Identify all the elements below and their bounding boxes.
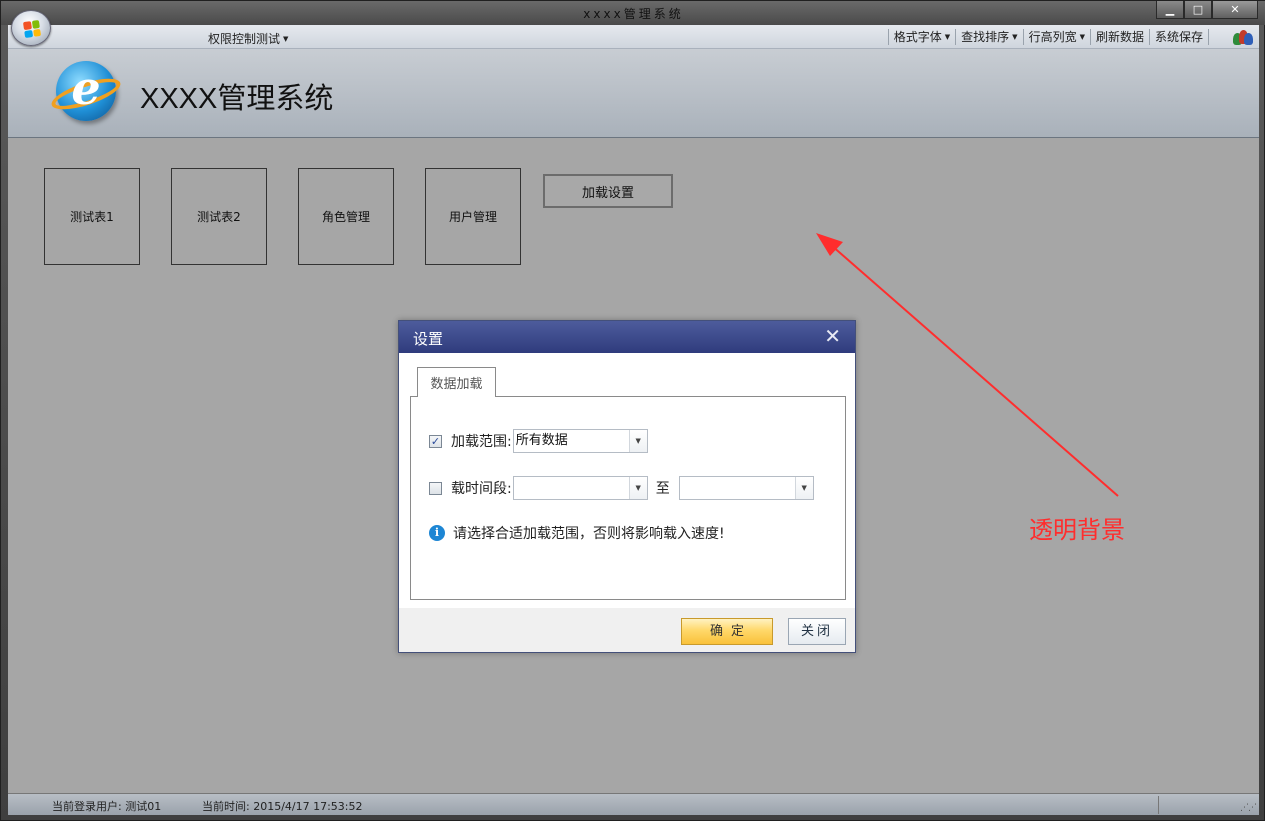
maximize-button[interactable]: □ (1184, 1, 1212, 19)
chevron-down-icon: ▼ (283, 35, 289, 43)
window-title: xxxx管理系统 (583, 7, 684, 21)
app-logo: e (48, 61, 124, 121)
menu-refresh-data[interactable]: 刷新数据 (1089, 29, 1149, 45)
header-banner: e XXXX管理系统 (8, 49, 1259, 138)
status-bar: 当前登录用户: 测试01 当前时间: 2015/4/17 17:53:52 ⋰⋰ (8, 793, 1259, 815)
settings-dialog: 设置 ✕ 数据加载 ✓ 加载范围: 所有数据 ▼ 载时间段: ▼ 至 ▼ i 请… (398, 320, 856, 653)
time-range-row: 载时间段: ▼ 至 ▼ (429, 476, 814, 500)
dialog-title-bar[interactable]: 设置 ✕ (399, 321, 855, 353)
menu-system-save[interactable]: 系统保存 (1148, 29, 1209, 45)
time-range-to-label: 至 (655, 481, 670, 497)
time-range-from-select[interactable]: ▼ (512, 476, 648, 500)
time-range-checkbox[interactable] (429, 481, 442, 495)
title-bar[interactable]: xxxx管理系统 ▁ □ ✕ (1, 1, 1265, 25)
windows-logo-icon (22, 19, 42, 39)
menu-bar: 权限控制测试 ▼ 格式字体 ▼ 查找排序 ▼ 行高列宽 ▼ 刷新数据 系统保存 (8, 25, 1259, 49)
menu-right-group: 格式字体 ▼ 查找排序 ▼ 行高列宽 ▼ 刷新数据 系统保存 (887, 29, 1209, 45)
confirm-button[interactable]: 确定 (681, 618, 773, 645)
status-divider (1158, 796, 1159, 814)
status-current-time: 当前时间: 2015/4/17 17:53:52 (202, 800, 363, 813)
info-icon: i (429, 525, 445, 541)
tab-data-loading[interactable]: 数据加载 (417, 367, 496, 397)
chevron-down-icon[interactable]: ▼ (628, 477, 647, 499)
dialog-close-icon[interactable]: ✕ (824, 326, 841, 346)
menu-row-col-size[interactable]: 行高列宽 ▼ (1022, 29, 1090, 45)
dialog-footer: 确定 关闭 (399, 608, 855, 652)
chevron-down-icon: ▼ (1079, 33, 1085, 41)
tab-panel-data-loading: ✓ 加载范围: 所有数据 ▼ 载时间段: ▼ 至 ▼ i 请选择合适加载范围，否… (410, 396, 846, 600)
chevron-down-icon: ▼ (944, 33, 951, 41)
load-range-checkbox[interactable]: ✓ (429, 434, 442, 448)
annotation-label: 透明背景 (1029, 516, 1125, 544)
dialog-close-button[interactable]: 关闭 (788, 618, 846, 645)
menu-find-sort[interactable]: 查找排序 ▼ (955, 29, 1022, 45)
menu-format-font-label: 格式字体 (893, 30, 942, 44)
menu-permission-test-label: 权限控制测试 (208, 32, 281, 46)
resize-grip-icon[interactable]: ⋰⋰ (1240, 803, 1257, 813)
time-range-to-select[interactable]: ▼ (678, 476, 814, 500)
logo-letter: e (71, 61, 101, 115)
chevron-down-icon: ▼ (1012, 33, 1018, 41)
time-range-label: 载时间段: (451, 481, 512, 497)
chevron-down-icon[interactable]: ▼ (628, 430, 647, 452)
load-range-select[interactable]: 所有数据 ▼ (512, 429, 648, 453)
info-row: i 请选择合适加载范围，否则将影响载入速度! (429, 523, 725, 543)
info-message: 请选择合适加载范围，否则将影响载入速度! (453, 526, 725, 542)
menu-format-font[interactable]: 格式字体 ▼ (887, 29, 955, 45)
chevron-down-icon[interactable]: ▼ (794, 477, 813, 499)
app-window: xxxx管理系统 ▁ □ ✕ 权限控制测试 ▼ 格式字体 ▼ 查找排序 ▼ 行高列宽 ▼ (0, 0, 1265, 821)
menu-row-col-size-label: 行高列宽 (1028, 30, 1077, 44)
load-range-label: 加载范围: (451, 434, 512, 450)
load-range-row: ✓ 加载范围: 所有数据 ▼ (429, 429, 648, 453)
close-window-button[interactable]: ✕ (1212, 1, 1258, 19)
window-controls: ▁ □ ✕ (1156, 1, 1258, 19)
dialog-title: 设置 (413, 330, 444, 348)
menu-find-sort-label: 查找排序 (961, 30, 1010, 44)
status-current-user: 当前登录用户: 测试01 (52, 800, 162, 813)
load-range-value: 所有数据 (515, 433, 568, 448)
page-title: XXXX管理系统 (140, 83, 334, 115)
menu-permission-test[interactable]: 权限控制测试 ▼ (208, 30, 288, 47)
app-menu-orb-icon[interactable] (11, 10, 51, 46)
minimize-button[interactable]: ▁ (1156, 1, 1184, 19)
users-icon[interactable] (1233, 28, 1253, 46)
